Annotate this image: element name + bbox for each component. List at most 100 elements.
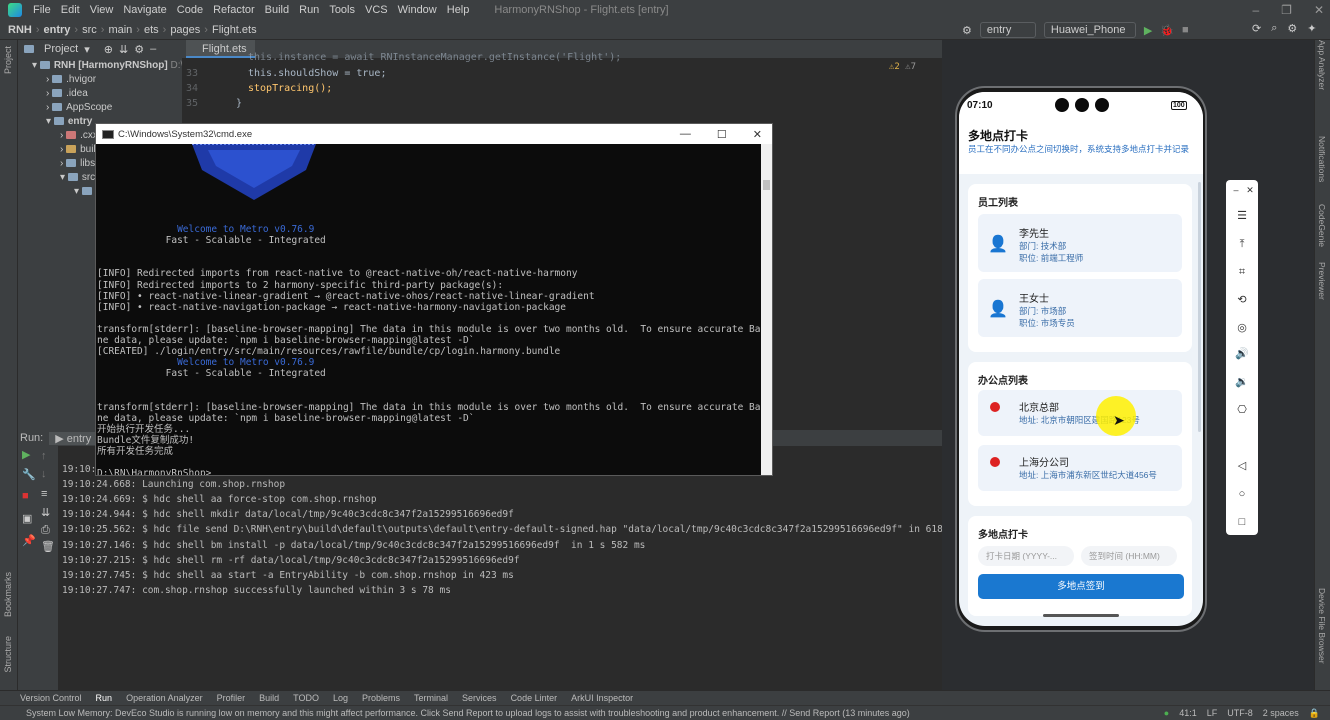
chevron-down-icon[interactable]: ▾: [84, 43, 90, 56]
breadcrumb-main[interactable]: main: [108, 24, 132, 36]
tool-operation-analyzer[interactable]: Operation Analyzer: [126, 693, 203, 703]
restore-icon[interactable]: ❐: [1281, 0, 1292, 20]
collapse-icon[interactable]: ⇊: [119, 43, 128, 56]
tree-item-cxx[interactable]: › .cxx: [60, 129, 98, 143]
employee-item[interactable]: 👤 王女士 部门: 市场部 职位: 市场专员: [978, 279, 1182, 337]
menu-file[interactable]: File: [28, 4, 56, 16]
settings-icon[interactable]: ⚙: [1287, 22, 1297, 35]
volume-up-icon[interactable]: 🔊: [1234, 346, 1250, 362]
project-view-select[interactable]: Project: [44, 43, 78, 55]
cmd-window[interactable]: C:\Windows\System32\cmd.exe — ☐ ✕ Welcom…: [95, 123, 773, 476]
device-select[interactable]: Huawei_Phone: [1043, 22, 1136, 38]
menu-refactor[interactable]: Refactor: [208, 4, 260, 16]
status-message[interactable]: System Low Memory: DevEco Studio is runn…: [26, 708, 910, 718]
tool-version-control[interactable]: Version Control: [20, 693, 82, 703]
employee-item[interactable]: 👤 李先生 部门: 技术部 职位: 前端工程师: [978, 214, 1182, 272]
hide-icon[interactable]: –: [150, 43, 156, 55]
app-analyzer-label[interactable]: App Analyzer: [1317, 40, 1327, 90]
menu-vcs[interactable]: VCS: [360, 4, 393, 16]
cmd-output[interactable]: Welcome to Metro v0.76.9 Fast - Scalable…: [96, 144, 762, 475]
tree-item-hvigor[interactable]: › .hvigor: [46, 73, 96, 87]
office-item[interactable]: 上海分公司 地址: 上海市浦东新区世纪大道456号: [978, 445, 1182, 491]
tree-item-idea[interactable]: › .idea: [46, 87, 88, 101]
rerun-run-icon[interactable]: ▶: [22, 448, 30, 461]
previewer-label[interactable]: Previewer: [1317, 262, 1327, 300]
menu-tools[interactable]: Tools: [324, 4, 360, 16]
options-icon[interactable]: ⚙: [134, 43, 144, 56]
status-position[interactable]: 41:1: [1179, 708, 1197, 719]
bookmarks-tool-label[interactable]: Bookmarks: [3, 572, 13, 617]
close-icon[interactable]: ✕: [1242, 182, 1258, 198]
menu-help[interactable]: Help: [442, 4, 475, 16]
search-icon[interactable]: ⌕: [1271, 22, 1277, 35]
breadcrumb-project[interactable]: RNH: [8, 24, 32, 36]
rerun-icon[interactable]: ↑: [41, 450, 47, 462]
status-line-separator[interactable]: LF: [1207, 708, 1218, 719]
lock-icon[interactable]: 🔒: [1309, 708, 1320, 719]
sync-icon[interactable]: ⟳: [1252, 22, 1261, 35]
scroll-down-icon[interactable]: ↓: [41, 468, 47, 480]
breadcrumb-pages[interactable]: pages: [170, 24, 200, 36]
menu-build[interactable]: Build: [260, 4, 294, 16]
scroll-end-icon[interactable]: ⇊: [41, 506, 50, 519]
tool-run[interactable]: Run: [96, 693, 113, 703]
menu-edit[interactable]: Edit: [56, 4, 85, 16]
menu-run[interactable]: Run: [294, 4, 324, 16]
locate-icon[interactable]: ⊕: [104, 43, 113, 56]
tool-services[interactable]: Services: [462, 693, 497, 703]
checkin-button[interactable]: 多地点签到: [978, 574, 1184, 599]
menu-code[interactable]: Code: [172, 4, 208, 16]
wrench-icon[interactable]: 🔧: [22, 468, 36, 481]
phone-scrollbar[interactable]: [1198, 182, 1201, 432]
cmd-title-bar[interactable]: C:\Windows\System32\cmd.exe — ☐ ✕: [96, 124, 772, 144]
cmd-close-icon[interactable]: ✕: [753, 128, 762, 141]
device-file-browser-label[interactable]: Device File Browser: [1317, 588, 1327, 664]
tree-item-entry[interactable]: ▾ entry: [46, 115, 92, 129]
run-config-select[interactable]: entry: [979, 22, 1036, 38]
menu-view[interactable]: View: [85, 4, 119, 16]
cmd-minimize-icon[interactable]: —: [680, 128, 691, 141]
back-icon[interactable]: ◁: [1234, 458, 1250, 474]
tool-todo[interactable]: TODO: [293, 693, 319, 703]
recents-icon[interactable]: □: [1234, 514, 1250, 530]
project-tool-label[interactable]: Project: [3, 46, 13, 74]
home-icon[interactable]: ○: [1234, 486, 1250, 502]
tool-profiler[interactable]: Profiler: [217, 693, 246, 703]
menu-icon[interactable]: ☰: [1234, 208, 1250, 224]
tree-item-src[interactable]: ▾ src: [60, 171, 95, 185]
volume-down-icon[interactable]: 🔉: [1234, 374, 1250, 390]
stop-run-icon[interactable]: ■: [22, 490, 29, 502]
genie-icon[interactable]: ✦: [1307, 22, 1316, 35]
structure-tool-label[interactable]: Structure: [3, 636, 13, 673]
stop-icon[interactable]: ■: [1182, 24, 1189, 36]
tool-code-linter[interactable]: Code Linter: [511, 693, 558, 703]
cmd-scrollbar[interactable]: [761, 144, 772, 475]
fold-icon[interactable]: ⎔: [1234, 402, 1250, 418]
tool-log[interactable]: Log: [333, 693, 348, 703]
breadcrumb-entry[interactable]: entry: [44, 24, 71, 36]
debug-icon[interactable]: 🐞: [1160, 24, 1174, 37]
tool-problems[interactable]: Problems: [362, 693, 400, 703]
crop-icon[interactable]: ⌗: [1234, 264, 1250, 280]
menu-navigate[interactable]: Navigate: [118, 4, 171, 16]
close-icon[interactable]: ✕: [1314, 0, 1324, 20]
notifications-label[interactable]: Notifications: [1317, 136, 1327, 182]
tool-build[interactable]: Build: [259, 693, 279, 703]
tool-terminal[interactable]: Terminal: [414, 693, 448, 703]
rotate-icon[interactable]: ⟲: [1234, 292, 1250, 308]
top-icon[interactable]: ⤒: [1234, 236, 1250, 252]
breadcrumb-ets[interactable]: ets: [144, 24, 159, 36]
breadcrumb-file[interactable]: Flight.ets: [212, 24, 257, 36]
soft-wrap-icon[interactable]: ≡: [41, 488, 47, 500]
screenshot-icon[interactable]: ◎: [1234, 320, 1250, 336]
print-icon[interactable]: ⎙: [41, 524, 50, 537]
tree-item-root[interactable]: ▾ RNH [HarmonyRNShop] D:\RN\: [32, 59, 200, 73]
time-input[interactable]: 签到时间 (HH:MM): [1081, 546, 1177, 566]
tool-arkui-inspector[interactable]: ArkUI Inspector: [571, 693, 633, 703]
gear-icon[interactable]: ⚙: [962, 24, 972, 37]
pin-icon[interactable]: 📌: [22, 534, 36, 547]
camera-icon[interactable]: ▣: [22, 512, 32, 525]
run-icon[interactable]: ▶: [1144, 24, 1152, 37]
inspection-widget[interactable]: ⚠2 ⚠7: [889, 62, 916, 72]
codegenie-label[interactable]: CodeGenie: [1317, 204, 1327, 247]
